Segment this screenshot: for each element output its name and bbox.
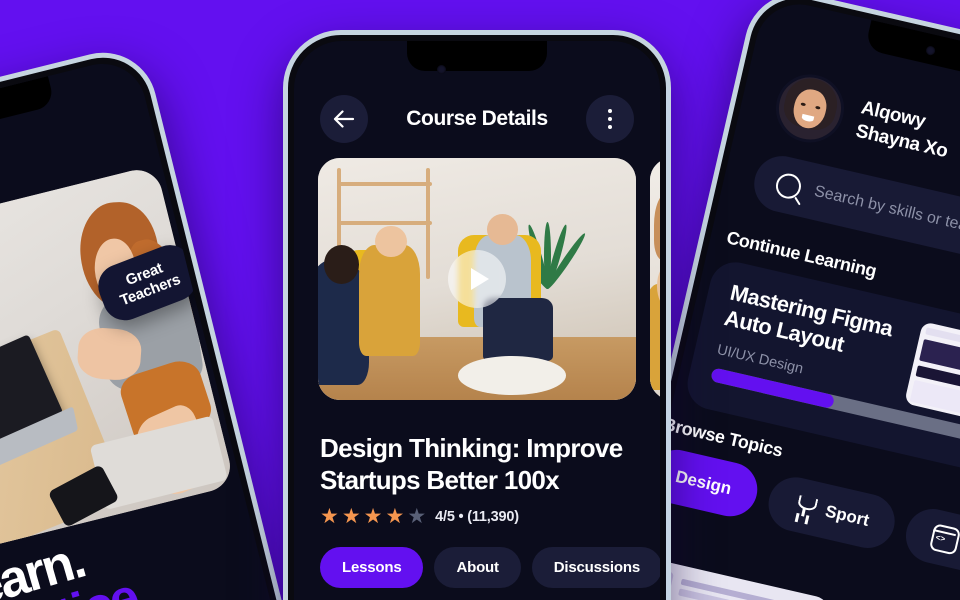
star-rating: ★ ★ ★ ★ ★ [320, 506, 426, 527]
tab-bar: Lessons About Discussions R [320, 547, 660, 588]
topic-chip-coding[interactable]: Codin [900, 503, 960, 588]
camera-icon [437, 65, 446, 74]
hero-carousel[interactable] [318, 158, 660, 400]
phone-left-screen: 🤞 Great Teachers Learn. Practice. Earn. [0, 54, 299, 600]
notch [0, 76, 56, 140]
tab-lessons[interactable]: Lessons [320, 547, 424, 588]
topic-label: Sport [823, 501, 871, 531]
star-icon: ★ [320, 505, 339, 528]
notch [864, 20, 960, 81]
topic-label: Design [673, 466, 734, 499]
tab-discussions[interactable]: Discussions [531, 547, 660, 588]
trophy-icon [792, 494, 817, 519]
search-placeholder: Search by skills or teacher [812, 182, 960, 242]
star-icon: ★ [363, 505, 383, 528]
star-icon: ★ [385, 505, 405, 528]
course-title: Design Thinking: Improve Startups Better… [320, 433, 623, 495]
user-name: Alqowy Shayna Xo [853, 96, 955, 164]
rating-row: ★ ★ ★ ★ ★ 4/5 • (11,390) [320, 506, 519, 527]
topic-chips: Design Sport Codin [644, 444, 960, 588]
play-button[interactable] [448, 250, 506, 308]
hero-next-card[interactable] [650, 158, 660, 400]
top-bar: Course Details [294, 93, 660, 145]
notch [407, 41, 547, 71]
hero-video-card[interactable] [318, 158, 636, 400]
avatar[interactable] [769, 67, 851, 150]
scene: 🤞 Great Teachers Learn. Practice. Earn. [0, 0, 960, 600]
phone-center-screen: Course Details Design Thinking: Improve … [294, 41, 660, 600]
progress-fill [710, 367, 836, 410]
more-button[interactable] [585, 95, 634, 143]
rating-text: 4/5 • (11,390) [435, 508, 519, 525]
topic-chip-sport[interactable]: Sport [762, 471, 901, 554]
arrow-left-icon [333, 110, 355, 128]
left-hero-photo [0, 164, 236, 558]
star-icon: ★ [341, 505, 361, 528]
tab-about[interactable]: About [434, 547, 521, 588]
star-icon-empty: ★ [407, 505, 427, 528]
code-box-icon [929, 522, 960, 556]
phone-center: Course Details Design Thinking: Improve … [283, 30, 671, 600]
phone-left: 🤞 Great Teachers Learn. Practice. Earn. [0, 41, 312, 600]
page-title: Course Details [406, 107, 548, 130]
search-icon [773, 170, 804, 201]
back-button[interactable] [320, 95, 368, 143]
more-vertical-icon [607, 108, 613, 130]
